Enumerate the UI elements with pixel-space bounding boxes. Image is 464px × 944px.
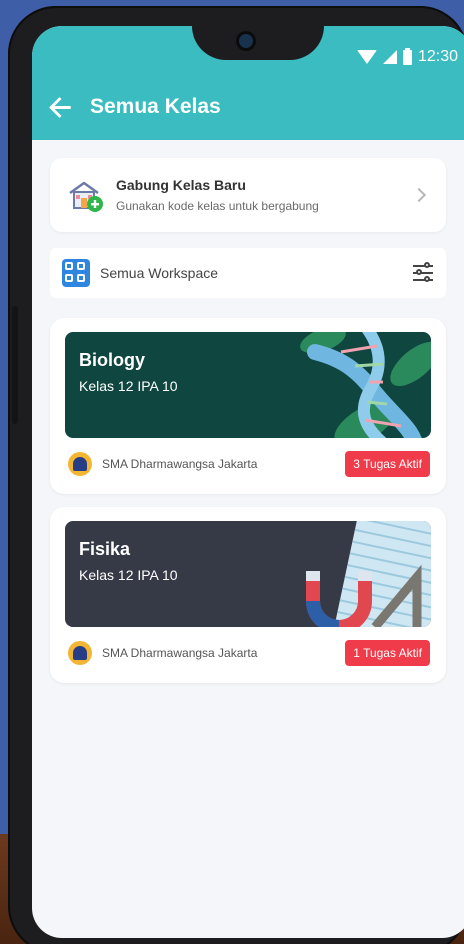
class-card-biology[interactable]: Biology Kelas 12 IPA 10 SMA Dharmawangsa…: [50, 318, 446, 494]
notch: [192, 26, 324, 60]
class-footer: SMA Dharmawangsa Jakarta 1 Tugas Aktif: [68, 639, 430, 667]
class-banner: Biology Kelas 12 IPA 10: [65, 332, 431, 438]
grid-icon: [62, 259, 90, 287]
arrow-left-icon[interactable]: [48, 94, 74, 120]
status-icons: 12:30: [356, 47, 458, 66]
battery-icon: [402, 47, 412, 65]
join-class-title: Gabung Kelas Baru: [116, 177, 246, 193]
class-name: Fisika: [79, 539, 131, 559]
join-class-card[interactable]: Gabung Kelas Baru Gunakan kode kelas unt…: [50, 158, 446, 232]
class-footer: SMA Dharmawangsa Jakarta 3 Tugas Aktif: [68, 450, 430, 478]
class-grade: Kelas 12 IPA 10: [79, 567, 178, 583]
class-grade: Kelas 12 IPA 10: [79, 378, 178, 394]
active-tasks-badge[interactable]: 3 Tugas Aktif: [345, 451, 430, 477]
school-logo-icon: [68, 452, 92, 476]
filter-icon[interactable]: [412, 262, 434, 284]
camera-icon: [239, 34, 253, 48]
status-bar: 12:30: [32, 26, 464, 74]
phone-frame: 12:30 Semua Kelas Gabung Kelas Baru Guna…: [8, 6, 464, 944]
class-banner: Fisika Kelas 12 IPA 10: [65, 521, 431, 627]
wifi-icon: [356, 50, 377, 64]
page-title: Semua Kelas: [90, 95, 221, 118]
join-class-subtitle: Gunakan kode kelas untuk bergabung: [116, 199, 319, 213]
class-name: Biology: [79, 350, 145, 370]
workspace-filter-bar[interactable]: Semua Workspace: [50, 248, 446, 298]
phone-side-button: [12, 306, 18, 424]
school-name: SMA Dharmawangsa Jakarta: [102, 646, 258, 660]
class-card-fisika[interactable]: Fisika Kelas 12 IPA 10 SMA Dharmawangsa …: [50, 507, 446, 683]
signal-icon: [382, 50, 397, 64]
status-time: 12:30: [417, 48, 458, 65]
chevron-right-icon: [411, 187, 427, 203]
join-class-text: Gabung Kelas Baru Gunakan kode kelas unt…: [116, 177, 414, 213]
screen: 12:30 Semua Kelas Gabung Kelas Baru Guna…: [32, 26, 464, 938]
active-tasks-badge[interactable]: 1 Tugas Aktif: [345, 640, 430, 666]
school-name: SMA Dharmawangsa Jakarta: [102, 457, 258, 471]
workspace-label: Semua Workspace: [100, 265, 219, 281]
app-bar: Semua Kelas: [32, 74, 464, 140]
school-add-icon: [66, 175, 106, 215]
school-logo-icon: [68, 641, 92, 665]
